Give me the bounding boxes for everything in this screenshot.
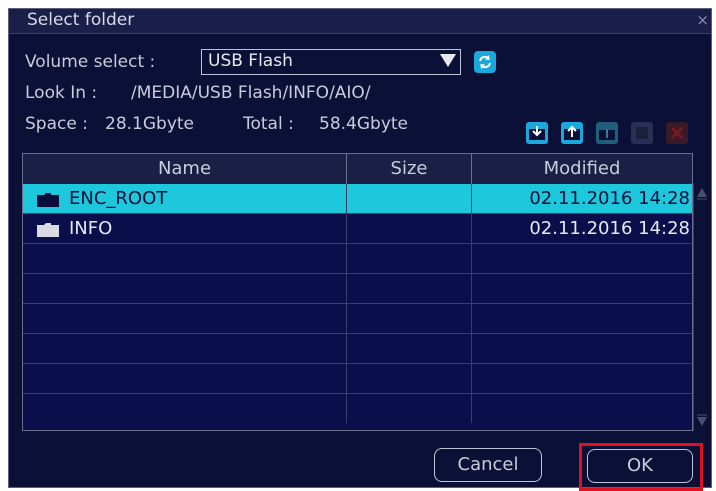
row-modified: 02.11.2016 14:28: [529, 188, 690, 209]
column-header-modified[interactable]: Modified: [472, 154, 692, 184]
close-icon[interactable]: ×: [696, 11, 709, 29]
export-folder-icon[interactable]: [561, 122, 583, 144]
empty-row: [23, 274, 692, 304]
row-size: [347, 184, 472, 213]
chevron-down-icon: [440, 54, 456, 67]
ok-button[interactable]: OK: [587, 449, 693, 483]
empty-row: [23, 364, 692, 394]
table-row[interactable]: ENC_ROOT 02.11.2016 14:28: [23, 184, 692, 214]
space-value: 28.1Gbyte: [105, 114, 195, 134]
total-value: 58.4Gbyte: [319, 114, 409, 134]
table-header: Name Size Modified: [23, 154, 692, 185]
cancel-button[interactable]: Cancel: [434, 448, 542, 482]
vertical-scrollbar[interactable]: [693, 183, 710, 431]
volume-select-value: USB Flash: [208, 51, 293, 71]
delete-icon: [666, 122, 688, 144]
empty-row: [23, 244, 692, 274]
look-in-path: /MEDIA/USB Flash/INFO/AIO/: [131, 83, 371, 103]
select-folder-dialog: Select folder × Volume select : USB Flas…: [8, 8, 712, 491]
scroll-down-icon: [697, 417, 707, 426]
row-size: [347, 214, 472, 243]
ok-button-highlight: OK: [579, 443, 703, 491]
import-folder-icon[interactable]: [526, 122, 548, 144]
folder-up-icon: [596, 122, 618, 144]
file-table: Name Size Modified ENC_ROOT 02.11.2016 1…: [22, 153, 693, 431]
title-bar: Select folder ×: [9, 9, 711, 34]
volume-select-label: Volume select :: [25, 52, 156, 72]
table-row[interactable]: INFO 02.11.2016 14:28: [23, 214, 692, 244]
scroll-up-icon: [697, 188, 707, 197]
row-name: INFO: [69, 218, 113, 239]
folder-icon: [37, 193, 59, 207]
total-label: Total :: [243, 114, 294, 134]
empty-row: [23, 394, 692, 424]
row-modified: 02.11.2016 14:28: [529, 218, 690, 239]
empty-row: [23, 334, 692, 364]
properties-icon: [631, 122, 653, 144]
empty-row: [23, 304, 692, 334]
refresh-icon[interactable]: [474, 51, 496, 73]
space-label: Space :: [25, 114, 88, 134]
row-name: ENC_ROOT: [69, 188, 168, 209]
dialog-title: Select folder: [27, 10, 135, 30]
volume-select-dropdown[interactable]: USB Flash: [201, 49, 461, 75]
column-header-name[interactable]: Name: [23, 154, 347, 184]
column-header-size[interactable]: Size: [347, 154, 472, 184]
look-in-label: Look In :: [25, 83, 98, 103]
folder-icon: [37, 223, 59, 237]
